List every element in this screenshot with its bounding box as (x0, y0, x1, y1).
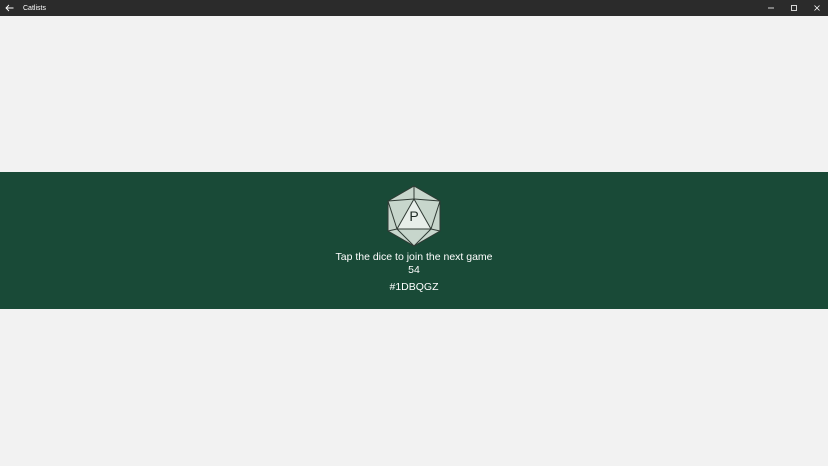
back-arrow-icon (4, 4, 13, 12)
back-button[interactable] (0, 0, 18, 16)
game-code: #1DBQGZ (389, 281, 439, 293)
maximize-button[interactable] (782, 0, 805, 16)
app-title: Catlists (23, 4, 46, 12)
minimize-button[interactable] (759, 0, 782, 16)
close-button[interactable] (805, 0, 828, 16)
dice-letter: P (409, 208, 418, 224)
minimize-icon (767, 7, 774, 9)
join-prompt-text: Tap the dice to join the next game (335, 251, 493, 263)
join-game-banner: P Tap the dice to join the next game 54 … (0, 172, 828, 309)
app-window: Catlists P Tap the dice to join the next… (0, 0, 828, 466)
maximize-icon (790, 5, 797, 11)
d20-dice-icon[interactable]: P (386, 185, 442, 247)
player-count: 54 (408, 264, 420, 276)
close-icon (813, 5, 820, 11)
title-bar: Catlists (0, 0, 828, 16)
window-caption-buttons (759, 0, 828, 16)
